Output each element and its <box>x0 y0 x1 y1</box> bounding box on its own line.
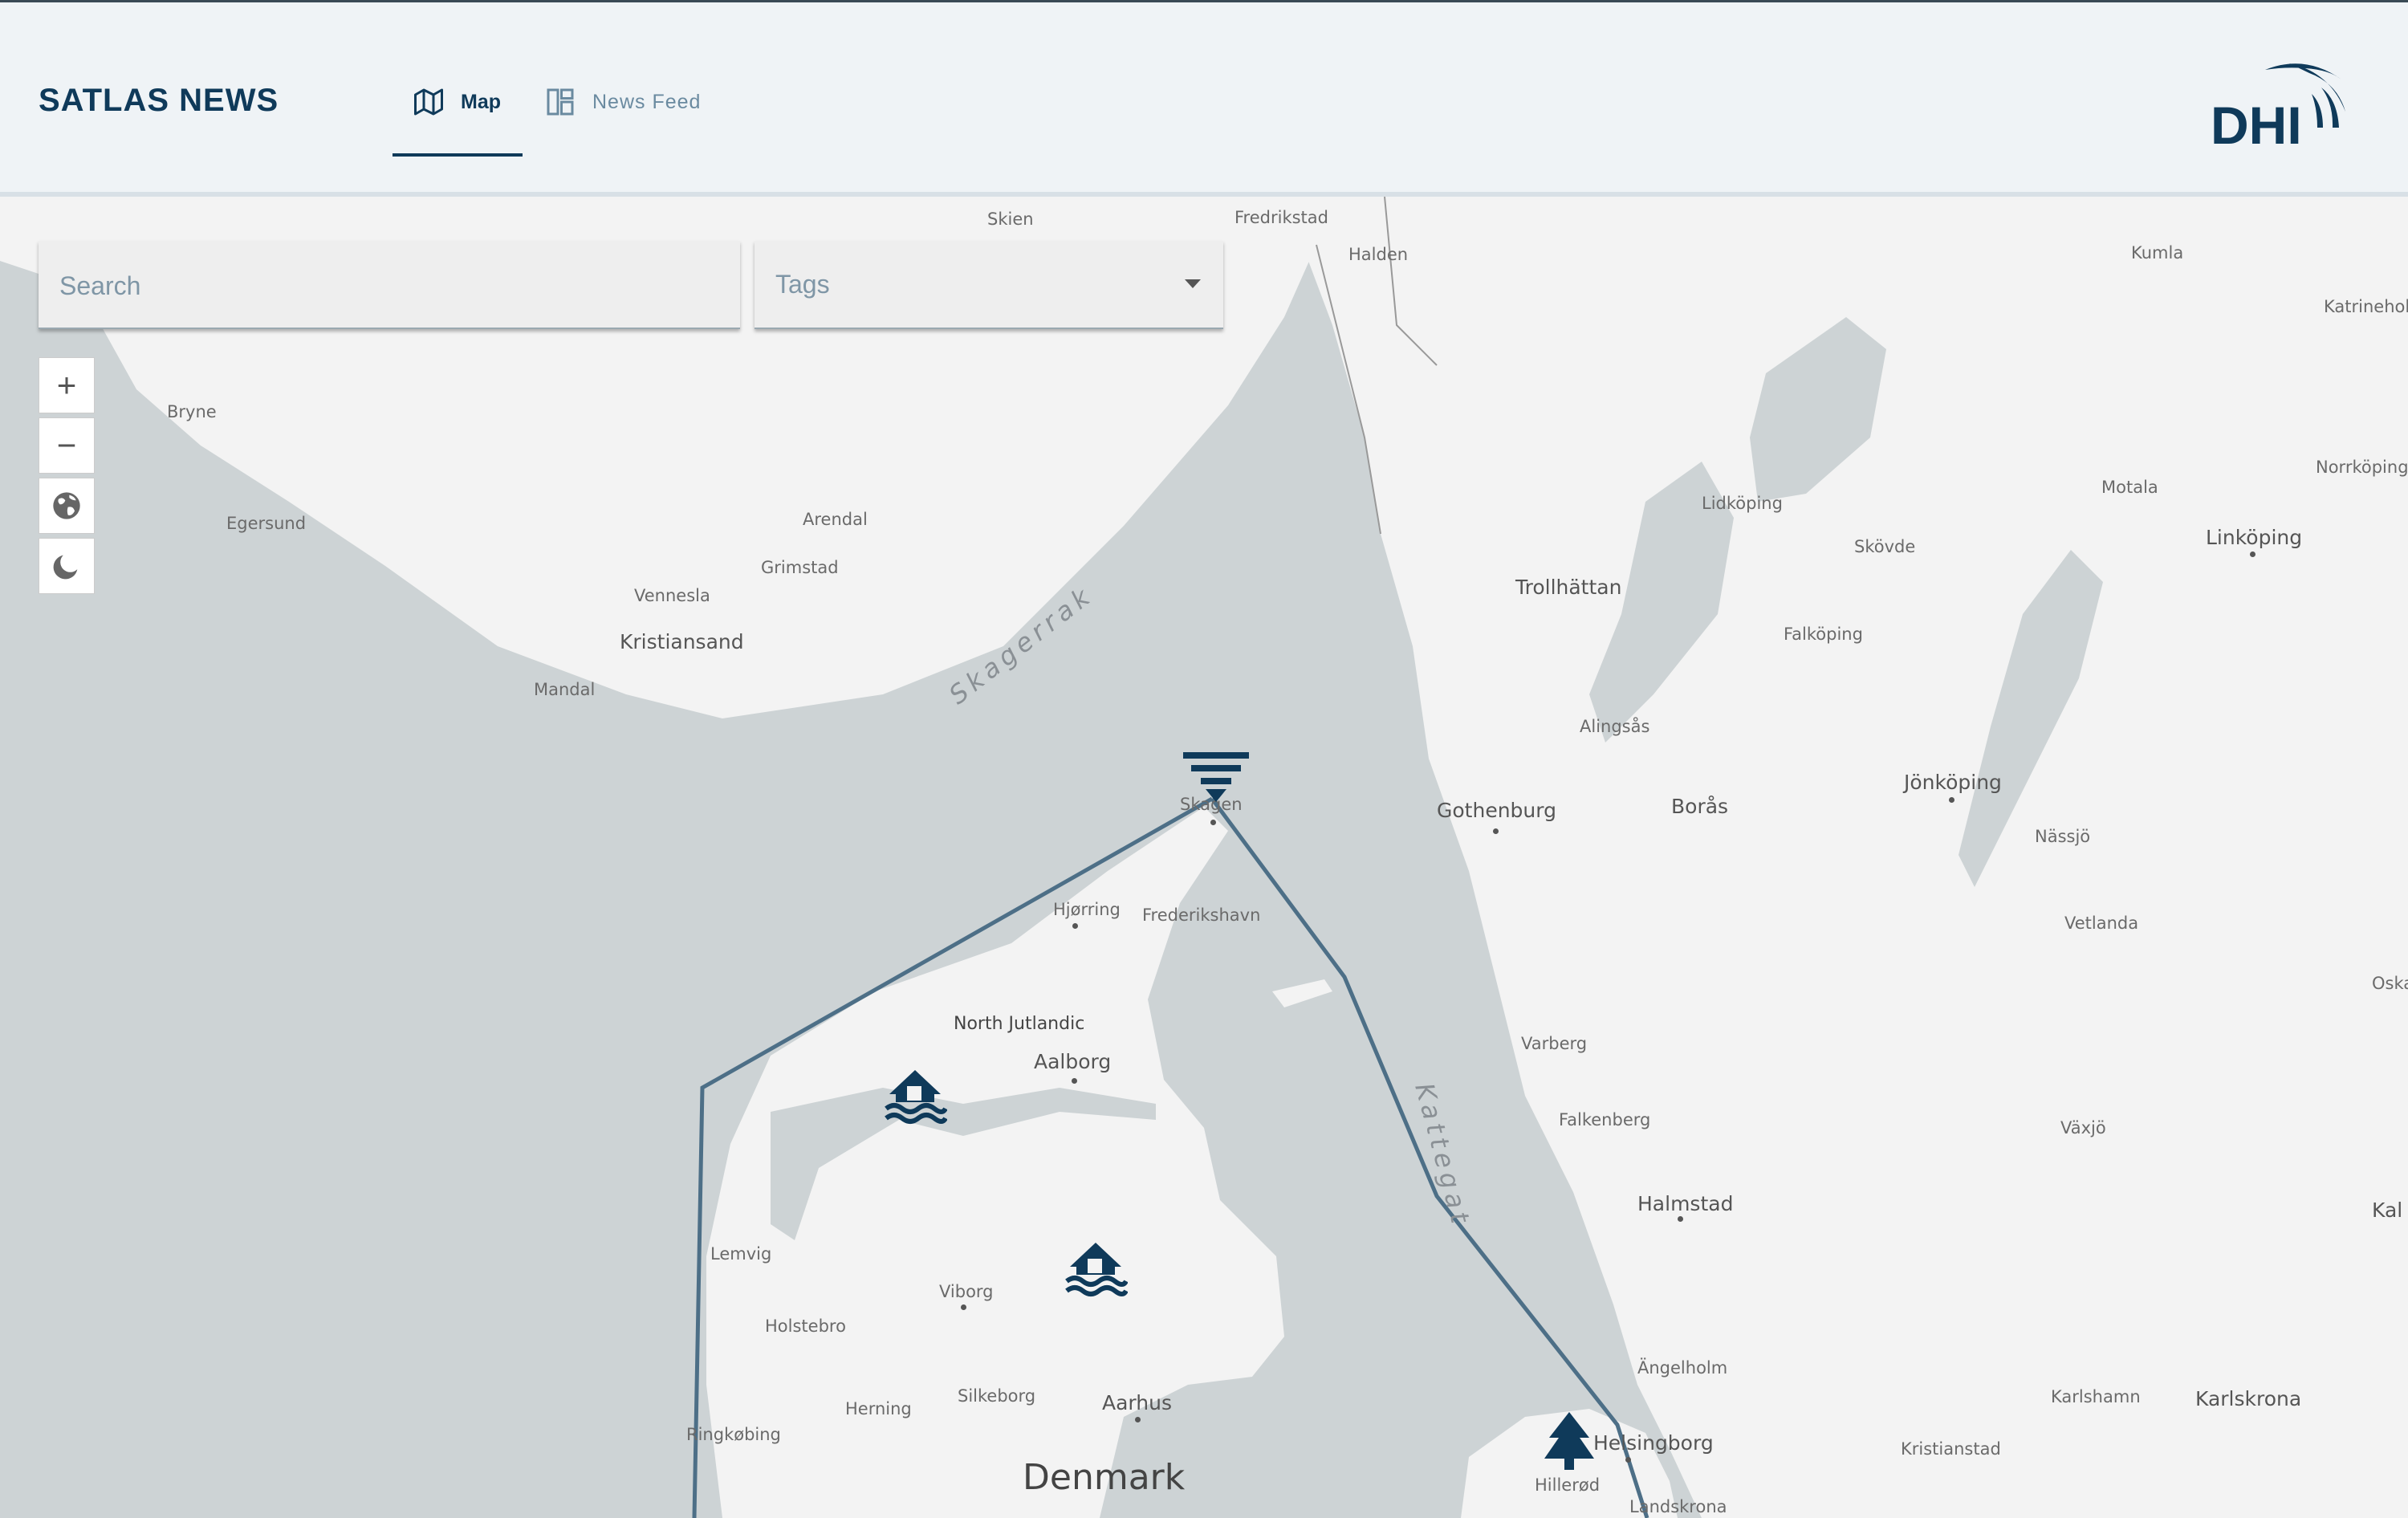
city-label-bryne: Bryne <box>167 402 217 421</box>
city-label-lidkoping: Lidköping <box>1702 494 1783 513</box>
tags-select[interactable]: Tags <box>755 241 1223 329</box>
city-label-halden: Halden <box>1348 245 1409 264</box>
search-input[interactable] <box>58 265 719 307</box>
map-icon <box>414 88 443 116</box>
city-label-nassjo: Nässjö <box>2035 827 2091 846</box>
globe-view-button[interactable] <box>39 478 95 534</box>
city-label-boras: Borås <box>1671 795 1729 818</box>
city-label-frederikshavn: Frederikshavn <box>1142 906 1261 925</box>
city-label-ringkobing: Ringkøbing <box>686 1425 781 1444</box>
dhi-logo: DHI <box>2211 63 2345 152</box>
svg-text:DHI: DHI <box>2211 96 2302 152</box>
tab-map-label: Map <box>461 90 501 113</box>
city-label-skovde: Skövde <box>1854 537 1916 556</box>
city-label-vaxjo: Växjö <box>2060 1118 2106 1137</box>
app-title: SATLAS NEWS <box>39 83 279 118</box>
city-dot <box>1949 797 1954 803</box>
city-label-karlshamn: Karlshamn <box>2051 1387 2141 1406</box>
dashboard-icon <box>547 88 574 116</box>
chevron-down-icon <box>1185 279 1201 288</box>
city-label-kumla: Kumla <box>2131 243 2184 262</box>
city-label-falkenberg: Falkenberg <box>1559 1110 1651 1129</box>
city-label-hillerod: Hillerød <box>1535 1475 1601 1495</box>
city-label-aarhus: Aarhus <box>1102 1391 1172 1414</box>
tags-select-label: Tags <box>775 270 830 299</box>
city-label-alingsas: Alingsås <box>1580 717 1650 736</box>
city-label-trollhattan: Trollhättan <box>1515 576 1622 599</box>
tab-news-feed-label: News Feed <box>592 90 702 113</box>
country-label-denmark: Denmark <box>1023 1457 1186 1498</box>
city-label-helsingborg: Helsingborg <box>1593 1431 1714 1455</box>
city-label-silkeborg: Silkeborg <box>958 1386 1036 1406</box>
city-label-linkoping: Linköping <box>2206 526 2303 549</box>
city-dot <box>1493 828 1499 834</box>
city-label-angelholm: Ängelholm <box>1637 1358 1728 1378</box>
zoom-in-button[interactable]: + <box>39 357 95 413</box>
city-label-falkoping: Falköping <box>1784 625 1863 644</box>
water-level-icon[interactable] <box>1182 751 1251 807</box>
city-label-kalmar: Kal <box>2372 1199 2403 1222</box>
city-label-egersund: Egersund <box>226 514 307 533</box>
city-label-aalborg: Aalborg <box>1034 1050 1112 1073</box>
city-label-grimstad: Grimstad <box>761 558 839 577</box>
city-label-viborg: Viborg <box>939 1282 994 1301</box>
city-label-lemvig: Lemvig <box>710 1244 772 1264</box>
tab-map[interactable]: Map <box>414 79 501 124</box>
active-tab-indicator <box>393 153 523 157</box>
city-dot <box>1210 820 1216 825</box>
city-label-mandal: Mandal <box>534 680 596 699</box>
top-app-bar: SATLAS NEWS Map News Feed DHI <box>0 0 2408 197</box>
city-dot <box>1072 923 1078 929</box>
city-dot <box>961 1304 966 1310</box>
tab-news-feed[interactable]: News Feed <box>546 79 701 124</box>
city-label-varberg: Varberg <box>1521 1034 1588 1053</box>
city-label-skien: Skien <box>987 210 1034 229</box>
map-basemap <box>0 197 2408 1518</box>
moon-icon <box>53 555 78 580</box>
plus-icon: + <box>56 366 77 404</box>
zoom-out-button[interactable]: − <box>39 417 95 474</box>
city-label-fredrikstad: Fredrikstad <box>1235 208 1328 227</box>
city-label-hjorring: Hjørring <box>1053 900 1121 919</box>
flood-house-icon[interactable] <box>1064 1236 1128 1300</box>
city-label-norrkoping: Norrköping <box>2316 458 2408 477</box>
city-label-herning: Herning <box>845 1399 912 1418</box>
city-label-vennesla: Vennesla <box>634 586 710 605</box>
city-dot <box>2250 551 2255 557</box>
city-dot <box>1135 1417 1141 1422</box>
globe-icon <box>53 492 80 519</box>
city-label-halmstad: Halmstad <box>1637 1192 1734 1215</box>
city-label-vetlanda: Vetlanda <box>2064 914 2139 933</box>
city-dot <box>1678 1216 1683 1222</box>
city-label-karlskrona: Karlskrona <box>2195 1387 2302 1410</box>
city-label-kristianstad: Kristianstad <box>1901 1439 2001 1459</box>
city-label-jonkoping: Jönköping <box>1904 771 2002 794</box>
city-label-gothenburg: Gothenburg <box>1437 799 1556 822</box>
tree-icon[interactable] <box>1541 1409 1597 1473</box>
city-label-landskrona: Landskrona <box>1629 1497 1727 1516</box>
city-label-kristiansand: Kristiansand <box>620 630 744 653</box>
city-label-oskarshamn: Oska <box>2372 974 2408 993</box>
city-dot <box>1072 1078 1077 1084</box>
city-label-katrineholm: Katrineholm <box>2324 297 2408 316</box>
flood-house-icon[interactable] <box>883 1064 947 1128</box>
city-label-motala: Motala <box>2101 478 2158 497</box>
city-label-holstebro: Holstebro <box>765 1317 846 1336</box>
region-label-north-jutlandic: North Jutlandic <box>954 1014 1085 1034</box>
minus-icon: − <box>56 426 77 464</box>
map-canvas[interactable]: Skagerrak Kattegat Skien Fredrikstad Hal… <box>0 197 2408 1518</box>
city-label-arendal: Arendal <box>803 510 868 529</box>
city-dot <box>1625 1457 1631 1463</box>
search-field[interactable] <box>39 241 740 329</box>
dark-mode-button[interactable] <box>39 538 95 594</box>
